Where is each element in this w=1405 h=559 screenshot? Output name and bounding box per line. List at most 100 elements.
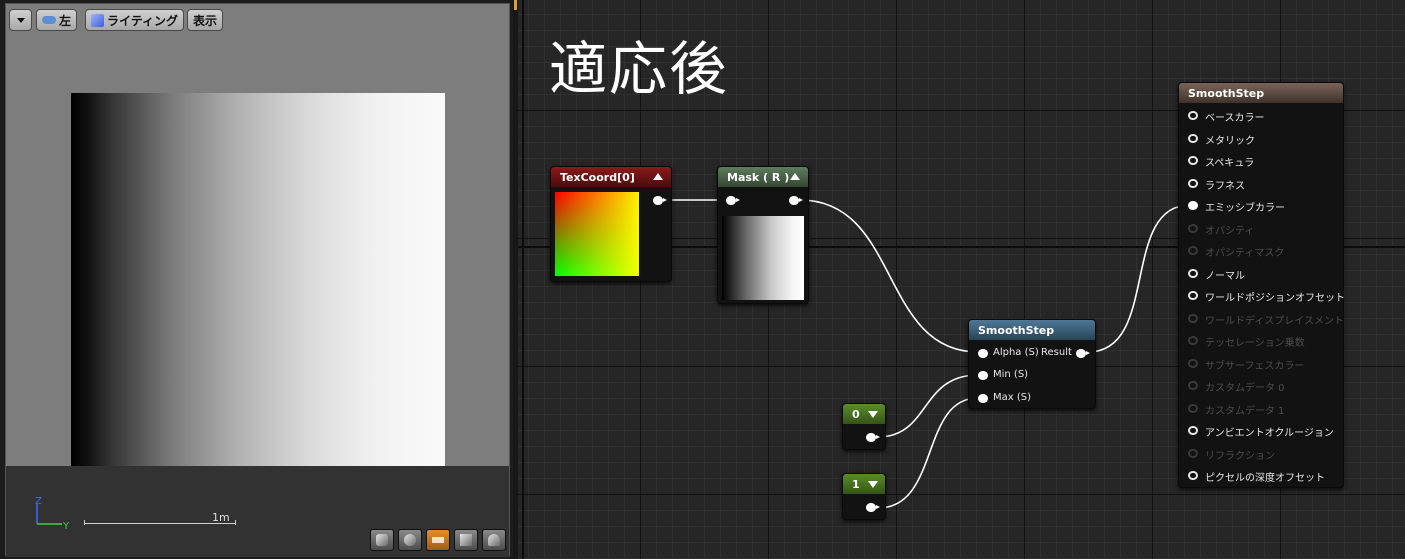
material-input-pin[interactable] xyxy=(1188,178,1198,188)
max-input-label: Max (S) xyxy=(993,392,1032,403)
lighting-button[interactable]: ライティング xyxy=(85,9,185,31)
material-input-label: ラフネス xyxy=(1205,180,1245,192)
scale-label: 1m xyxy=(212,511,230,524)
viewport-options-dropdown[interactable] xyxy=(9,9,32,31)
preview-viewport[interactable]: 左 ライティング 表示 Z Y 1m xyxy=(0,0,513,559)
material-input-pin[interactable] xyxy=(1188,156,1198,165)
material-input-pin[interactable] xyxy=(1188,133,1198,143)
mask-node[interactable]: Mask ( R ) xyxy=(717,166,809,304)
collapse-icon[interactable] xyxy=(653,173,663,180)
material-input-label: カスタムデータ 0 xyxy=(1205,383,1285,394)
material-input-pin[interactable] xyxy=(1188,336,1198,345)
axis-y-label: Y xyxy=(62,521,70,531)
material-input-label: アンビエントオクルージョン xyxy=(1205,428,1334,439)
smoothstep-node-header[interactable]: SmoothStep xyxy=(969,320,1095,340)
teapot-icon xyxy=(488,534,500,546)
constant-0-value: 0 xyxy=(852,407,860,421)
material-input-label: ベースカラー xyxy=(1205,113,1265,124)
constant-1-output-pin[interactable] xyxy=(866,503,880,512)
material-input-label: ノーマル xyxy=(1205,270,1245,282)
material-input-pin[interactable] xyxy=(1188,246,1198,255)
lighting-label: ライティング xyxy=(107,13,179,28)
material-input-pin[interactable] xyxy=(1188,291,1198,300)
material-input-label: ワールドディスプレイスメント xyxy=(1205,315,1344,327)
mask-output-pin[interactable] xyxy=(789,196,803,205)
min-input-label: Min (S) xyxy=(993,369,1029,380)
material-result-node[interactable]: SmoothStep ベースカラー メタリック スペキュラ ラフネス エミッシブカラーオ… xyxy=(1178,82,1345,488)
material-input-pin[interactable] xyxy=(1188,426,1198,435)
material-input-pin[interactable] xyxy=(1188,358,1198,368)
material-input-pin[interactable] xyxy=(1188,268,1198,278)
material-input-pin[interactable] xyxy=(1188,313,1198,323)
result-output-label: Result xyxy=(1041,347,1072,358)
material-input-label: ワールドポジションオフセット xyxy=(1205,293,1345,304)
mask-node-title: Mask ( R ) xyxy=(727,170,790,184)
view-mode-button[interactable]: 左 xyxy=(36,9,78,31)
result-output-pin[interactable] xyxy=(1076,349,1090,358)
axis-z-label: Z xyxy=(35,496,42,507)
material-result-header[interactable]: SmoothStep xyxy=(1179,83,1343,103)
texcoord-node-title: TexCoord[0] xyxy=(560,170,635,184)
camera-icon xyxy=(42,16,56,24)
material-input-label: サブサーフェスカラー xyxy=(1205,360,1305,372)
graph-origin-vertical xyxy=(522,0,524,559)
viewport-canvas[interactable]: 左 ライティング 表示 Z Y 1m xyxy=(5,3,510,557)
cube-icon xyxy=(460,534,472,546)
max-input-pin[interactable] xyxy=(978,394,988,403)
alpha-input-label: Alpha (S) xyxy=(993,347,1039,358)
plane-icon xyxy=(432,537,444,543)
material-input-label: メタリック xyxy=(1205,135,1255,147)
constant-0-header[interactable]: 0 xyxy=(843,404,885,424)
material-input-pin[interactable] xyxy=(1188,223,1198,233)
material-input-pin[interactable] xyxy=(1188,381,1198,390)
constant-0-output-pin[interactable] xyxy=(866,433,880,442)
splitter-grip xyxy=(514,0,517,10)
constant-1-header[interactable]: 1 xyxy=(843,474,885,494)
material-input-pin[interactable] xyxy=(1188,448,1198,458)
show-label: 表示 xyxy=(193,13,218,28)
preview-teapot-button[interactable] xyxy=(482,529,506,551)
expand-icon[interactable] xyxy=(868,411,878,418)
chevron-down-icon xyxy=(16,17,25,23)
preview-cylinder-button[interactable] xyxy=(370,529,394,551)
material-input-pin[interactable] xyxy=(1188,111,1198,120)
axis-indicator: Z Y xyxy=(35,496,70,531)
smoothstep-node[interactable]: SmoothStep Alpha (S) Result Min (S) Max … xyxy=(968,319,1096,409)
material-input-label: カスタムデータ 1 xyxy=(1205,405,1285,417)
constant-1-value: 1 xyxy=(852,477,860,491)
material-input-label: スペキュラ xyxy=(1205,158,1255,169)
sphere-icon xyxy=(404,534,416,546)
constant-0-node[interactable]: 0 xyxy=(842,403,886,450)
expand-icon[interactable] xyxy=(868,481,878,488)
material-input-label: オパシティ xyxy=(1205,225,1255,237)
mask-input-pin[interactable] xyxy=(726,196,740,205)
graph-title: 適応後 xyxy=(549,35,730,103)
alpha-input-pin[interactable] xyxy=(978,349,988,358)
lighting-cube-icon xyxy=(91,13,104,27)
material-input-label: オパシティマスク xyxy=(1205,248,1285,259)
constant-1-node[interactable]: 1 xyxy=(842,473,886,520)
texcoord-node[interactable]: TexCoord[0] xyxy=(550,166,672,282)
preview-plane-button[interactable] xyxy=(426,529,450,551)
view-mode-label: 左 xyxy=(59,13,72,28)
material-input-label: テッセレーション乗数 xyxy=(1205,338,1305,349)
mask-node-header[interactable]: Mask ( R ) xyxy=(718,167,808,187)
show-button[interactable]: 表示 xyxy=(187,9,224,31)
mask-preview xyxy=(722,216,804,300)
cylinder-icon xyxy=(376,534,388,546)
smoothstep-node-title: SmoothStep xyxy=(978,323,1055,337)
material-input-label: リフラクション xyxy=(1205,450,1275,462)
material-input-pin[interactable] xyxy=(1188,403,1198,413)
collapse-icon[interactable] xyxy=(790,173,800,180)
material-input-pin[interactable] xyxy=(1188,201,1198,210)
material-result-title: SmoothStep xyxy=(1188,86,1265,100)
preview-sphere-button[interactable] xyxy=(398,529,422,551)
preview-cube-button[interactable] xyxy=(454,529,478,551)
min-input-pin[interactable] xyxy=(978,371,988,380)
material-preview-plane xyxy=(71,93,445,466)
material-input-pin[interactable] xyxy=(1188,471,1198,480)
texcoord-output-pin[interactable] xyxy=(653,196,667,205)
material-input-label: ピクセルの深度オフセット xyxy=(1205,473,1325,484)
texcoord-preview xyxy=(555,192,639,276)
texcoord-node-header[interactable]: TexCoord[0] xyxy=(551,167,671,187)
